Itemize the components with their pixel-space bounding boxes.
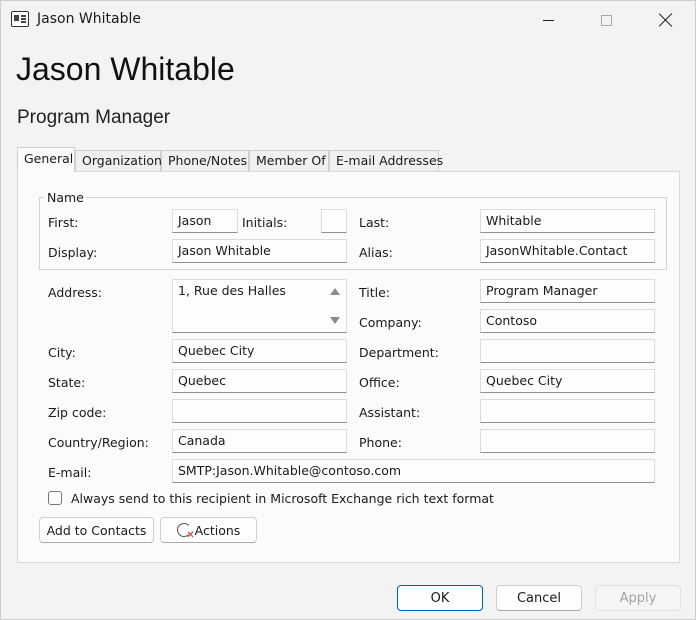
office-field[interactable]: Quebec City — [480, 369, 655, 393]
contact-properties-window: Jason Whitable Jason Whitable Program Ma… — [0, 0, 696, 620]
display-name-label: Display: — [48, 245, 98, 260]
add-to-contacts-button[interactable]: Add to Contacts — [39, 517, 154, 543]
city-label: City: — [48, 345, 76, 360]
rich-text-checkbox[interactable] — [48, 491, 62, 505]
company-field[interactable]: Contoso — [480, 309, 655, 333]
assistant-field[interactable] — [480, 399, 655, 423]
department-label: Department: — [359, 345, 439, 360]
scroll-down-icon[interactable] — [330, 317, 340, 324]
name-group-legend: Name — [44, 190, 87, 205]
contact-display-name: Jason Whitable — [16, 51, 235, 87]
contact-job-title: Program Manager — [17, 107, 171, 128]
first-name-field[interactable]: Jason — [172, 209, 238, 233]
address-field[interactable]: 1, Rue des Halles — [172, 279, 347, 333]
email-label: E-mail: — [48, 465, 92, 480]
actions-button-label: Actions — [194, 522, 241, 538]
city-field[interactable]: Quebec City — [172, 339, 347, 363]
maximize-button[interactable] — [577, 1, 635, 39]
actions-icon: ✕ — [176, 523, 195, 541]
zip-code-label: Zip code: — [48, 405, 107, 420]
state-label: State: — [48, 375, 86, 390]
window-title: Jason Whitable — [37, 11, 141, 27]
last-name-field[interactable]: Whitable — [480, 209, 655, 233]
contact-card-icon — [11, 11, 29, 27]
rich-text-checkbox-label[interactable]: Always send to this recipient in Microso… — [71, 491, 494, 506]
ok-button[interactable]: OK — [397, 585, 483, 611]
alias-label: Alias: — [359, 245, 393, 260]
title-field[interactable]: Program Manager — [480, 279, 655, 303]
title-label: Title: — [359, 285, 390, 300]
display-name-field[interactable]: Jason Whitable — [172, 239, 347, 263]
phone-label: Phone: — [359, 435, 402, 450]
department-field[interactable] — [480, 339, 655, 363]
minimize-icon — [542, 19, 554, 21]
initials-label: Initials: — [242, 215, 288, 230]
zip-code-field[interactable] — [172, 399, 347, 423]
tab-member-of[interactable]: Member Of — [249, 150, 329, 172]
phone-field[interactable] — [480, 429, 655, 453]
actions-button[interactable]: ✕ Actions — [160, 517, 257, 543]
assistant-label: Assistant: — [359, 405, 421, 420]
first-name-label: First: — [48, 215, 79, 230]
company-label: Company: — [359, 315, 422, 330]
address-text: 1, Rue des Halles — [178, 283, 286, 298]
cancel-button[interactable]: Cancel — [496, 585, 582, 611]
tab-phone-notes[interactable]: Phone/Notes — [161, 150, 249, 172]
address-label: Address: — [48, 285, 102, 300]
apply-button[interactable]: Apply — [595, 585, 681, 611]
tab-email-addresses[interactable]: E-mail Addresses — [329, 150, 443, 172]
alias-field[interactable]: JasonWhitable.Contact — [480, 239, 655, 263]
maximize-icon — [600, 14, 612, 26]
close-button[interactable] — [637, 1, 695, 39]
minimize-button[interactable] — [519, 1, 577, 39]
country-region-label: Country/Region: — [48, 435, 149, 450]
tab-general[interactable]: General — [17, 147, 75, 172]
country-region-field[interactable]: Canada — [172, 429, 347, 453]
title-bar[interactable]: Jason Whitable — [1, 1, 695, 39]
close-icon — [659, 13, 673, 27]
last-name-label: Last: — [359, 215, 390, 230]
state-field[interactable]: Quebec — [172, 369, 347, 393]
office-label: Office: — [359, 375, 400, 390]
general-tab-panel: Name First: Jason Initials: Last: Whitab… — [17, 171, 680, 563]
scroll-up-icon[interactable] — [330, 288, 340, 295]
tab-organization[interactable]: Organization — [75, 150, 162, 172]
initials-field[interactable] — [321, 209, 347, 233]
email-field[interactable]: SMTP:Jason.Whitable@contoso.com — [172, 459, 655, 483]
